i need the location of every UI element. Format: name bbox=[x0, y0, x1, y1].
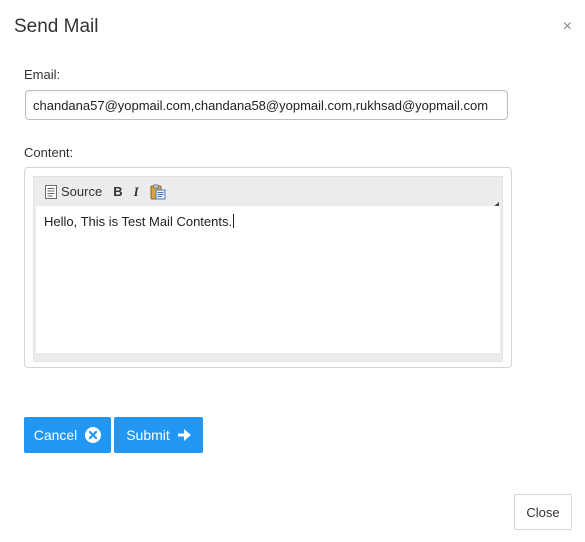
italic-icon: I bbox=[133, 183, 139, 199]
cancel-label: Cancel bbox=[33, 427, 78, 443]
source-icon bbox=[45, 184, 57, 199]
paste-icon bbox=[150, 184, 166, 200]
resize-icon[interactable] bbox=[492, 195, 499, 208]
rich-text-editor: Source B I Hello, This is Test Mail Cont… bbox=[24, 167, 512, 368]
source-button[interactable]: Source bbox=[42, 182, 105, 202]
close-button[interactable]: Close bbox=[514, 494, 572, 530]
content-label: Content: bbox=[24, 145, 74, 160]
bold-button[interactable]: B bbox=[110, 182, 125, 202]
close-icon[interactable]: × bbox=[563, 18, 572, 36]
bold-icon: B bbox=[113, 184, 123, 199]
email-label: Email: bbox=[24, 67, 61, 82]
editor-body-text: Hello, This is Test Mail Contents. bbox=[44, 214, 233, 229]
close-circle-icon bbox=[85, 427, 102, 443]
source-label: Source bbox=[61, 184, 103, 199]
email-field[interactable] bbox=[25, 90, 508, 120]
editor-toolbar: Source B I bbox=[34, 177, 502, 208]
italic-button[interactable]: I bbox=[131, 182, 142, 202]
submit-label: Submit bbox=[126, 427, 170, 443]
cancel-button[interactable]: Cancel bbox=[24, 417, 111, 453]
arrow-right-icon bbox=[177, 429, 191, 441]
text-caret bbox=[233, 214, 235, 228]
dialog-title: Send Mail bbox=[14, 16, 99, 37]
editor-frame: Source B I Hello, This is Test Mail Cont… bbox=[33, 176, 503, 362]
paste-button[interactable] bbox=[147, 182, 169, 202]
editor-content-area[interactable]: Hello, This is Test Mail Contents. bbox=[36, 206, 500, 353]
submit-button[interactable]: Submit bbox=[114, 417, 203, 453]
